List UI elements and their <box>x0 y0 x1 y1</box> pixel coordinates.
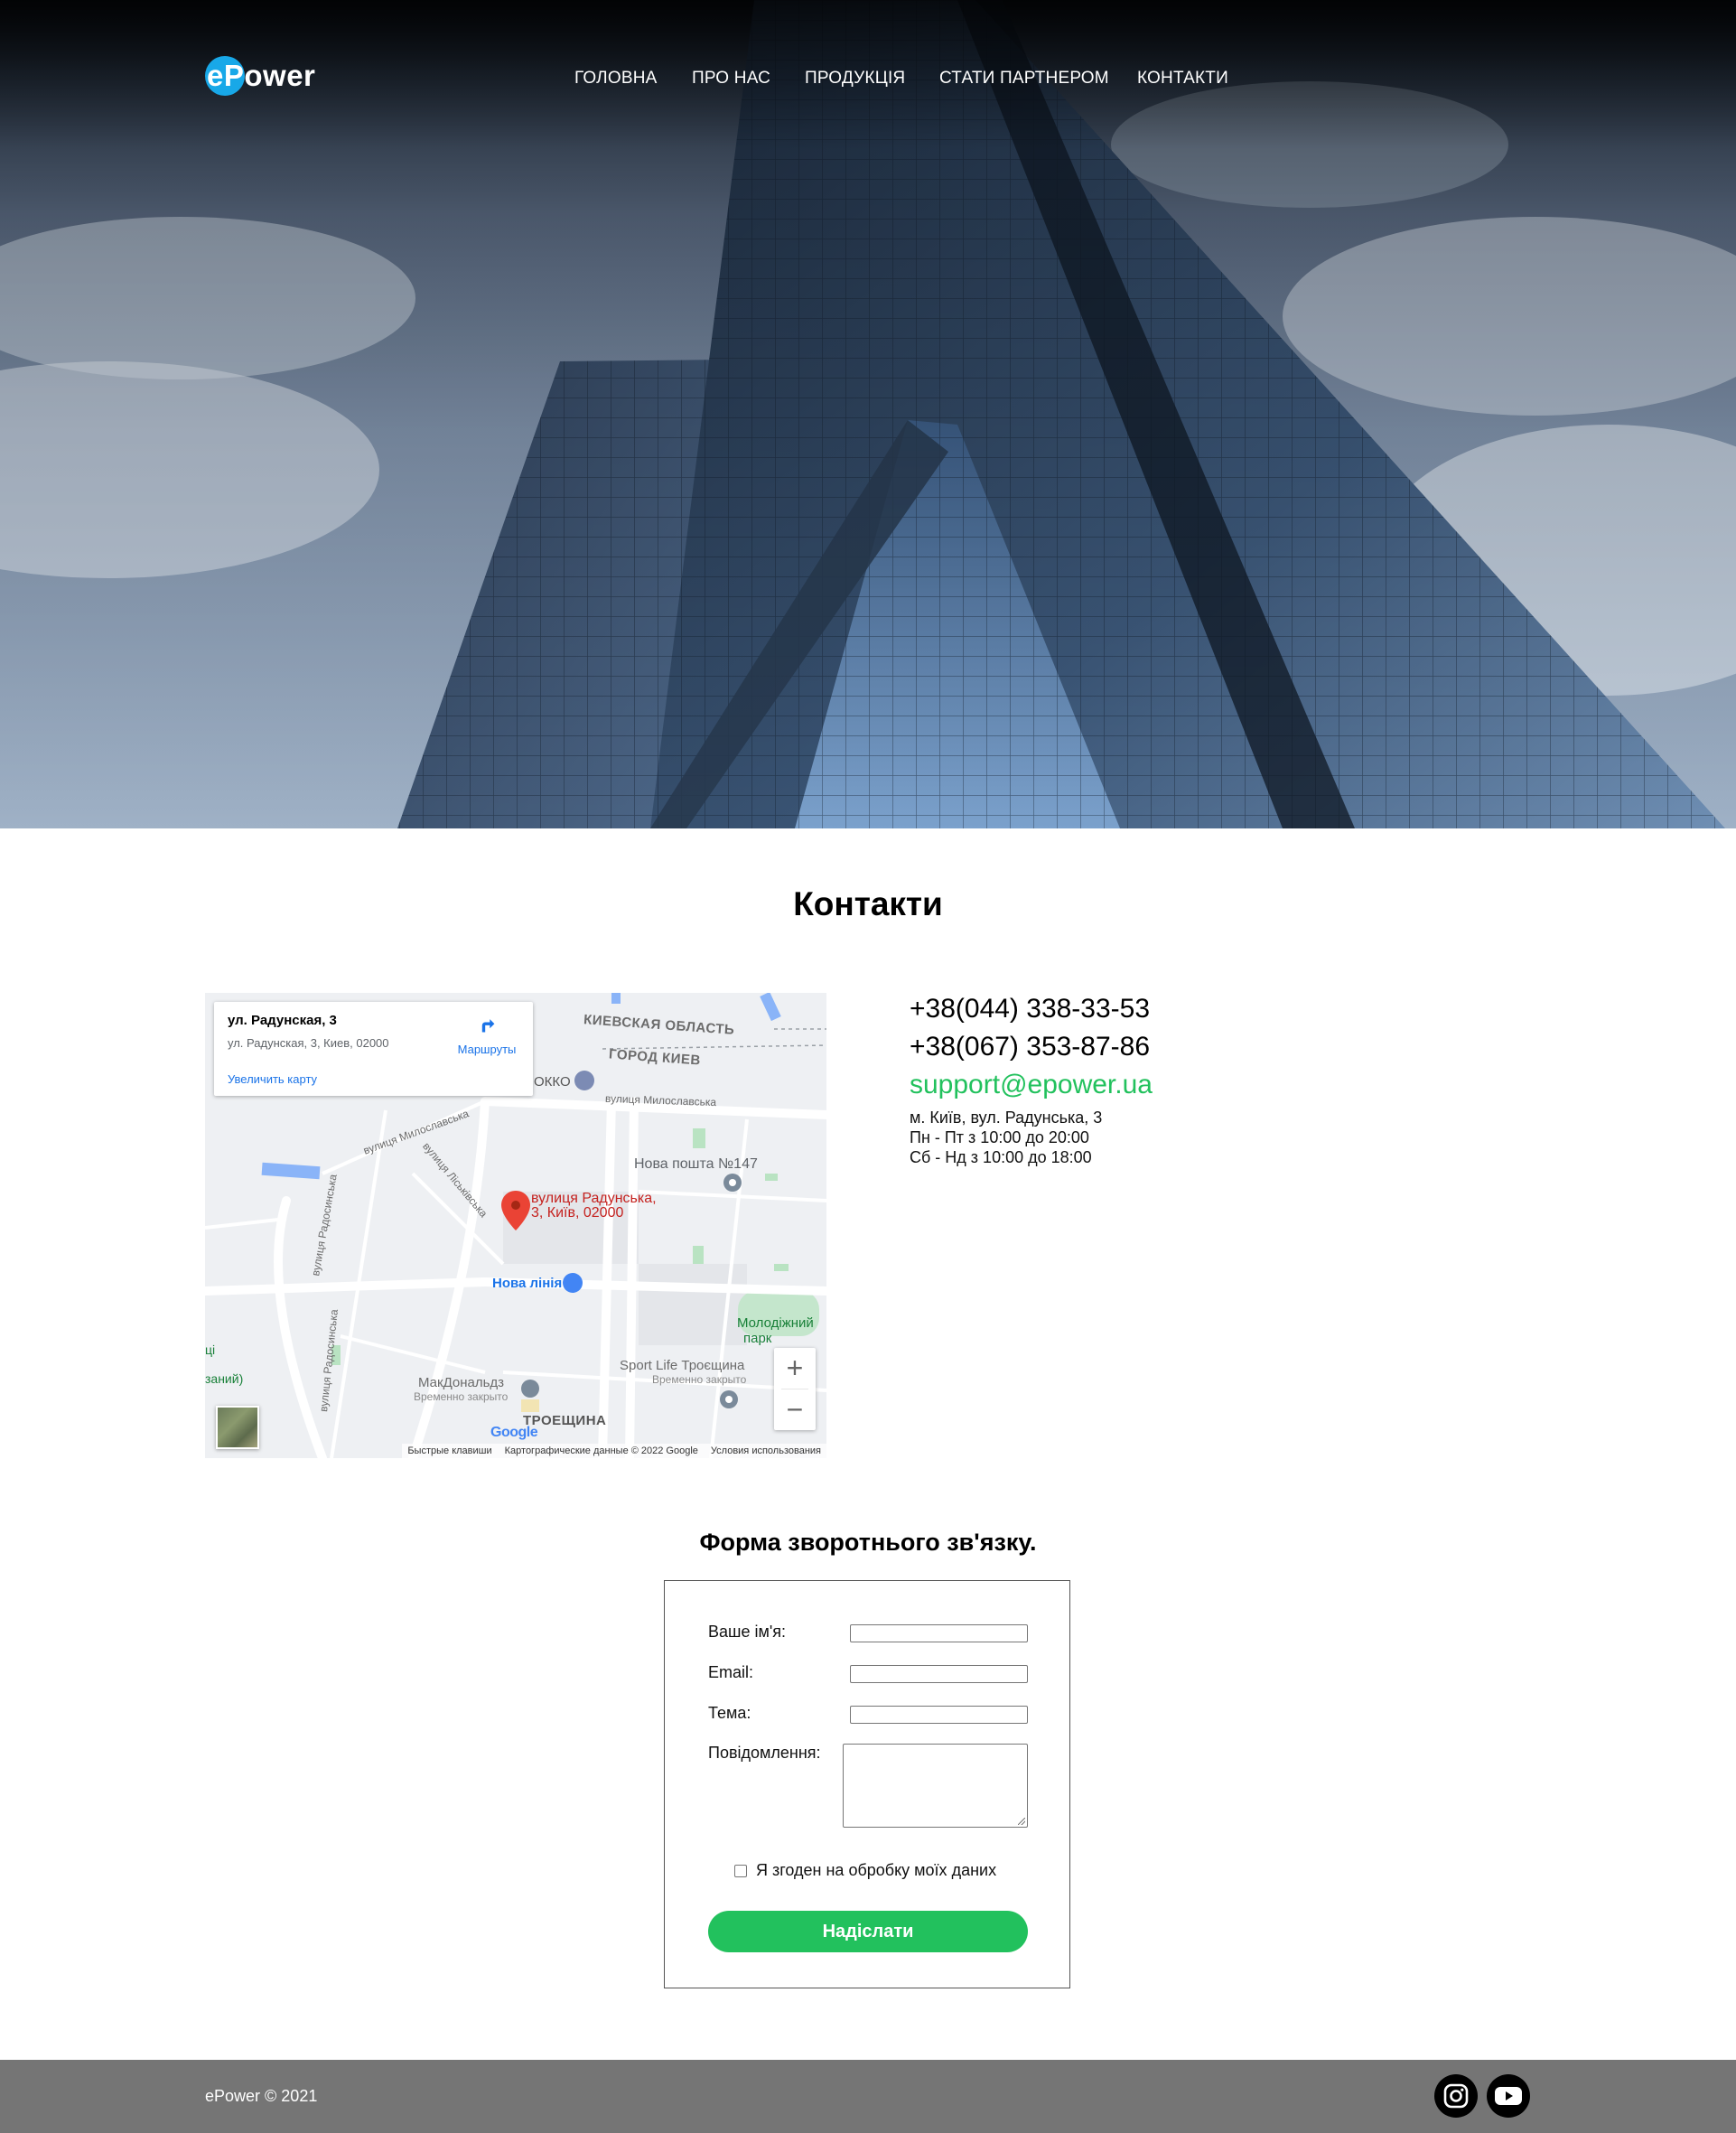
map-label-park-2: парк <box>743 1331 772 1346</box>
address: м. Київ, вул. Радунська, 3 <box>910 1109 1103 1127</box>
submit-button[interactable]: Надіслати <box>708 1911 1028 1952</box>
subject-label: Тема: <box>708 1704 751 1722</box>
zoom-out-button[interactable]: − <box>774 1389 816 1430</box>
map-shortcuts-link[interactable]: Быстрые клавиши <box>407 1445 491 1456</box>
youtube-icon[interactable] <box>1487 2074 1530 2118</box>
satellite-toggle[interactable] <box>216 1406 259 1449</box>
directions-icon <box>481 1019 495 1033</box>
name-label: Ваше ім'я: <box>708 1623 787 1641</box>
map-zoom-control: + − <box>774 1348 816 1430</box>
map-label-nova-poshta: Нова пошта №147 <box>634 1156 758 1172</box>
hours-weekend: Сб - Нд з 10:00 до 18:00 <box>910 1148 1092 1166</box>
map-attribution: Быстрые клавиши Картографические данные … <box>402 1444 826 1458</box>
map-enlarge-link[interactable]: Увеличить карту <box>228 1072 317 1086</box>
map-label-park-1: Молодіжний <box>737 1315 814 1331</box>
map-label-okko: ОККО <box>534 1074 571 1090</box>
email-link[interactable]: support@epower.ua <box>910 1066 1153 1104</box>
consent-row: Я згоден на обробку моїх даних <box>734 1861 996 1880</box>
instagram-icon[interactable] <box>1434 2074 1478 2118</box>
main-nav: ГОЛОВНА ПРО НАС ПРОДУКЦІЯ СТАТИ ПАРТНЕРО… <box>0 65 1736 92</box>
nav-link-products[interactable]: ПРОДУКЦІЯ <box>805 65 905 92</box>
map-place-address: ул. Радунская, 3, Киев, 02000 <box>228 1036 389 1050</box>
email-label: Email: <box>708 1663 754 1681</box>
hours-weekdays: Пн - Пт з 10:00 до 20:00 <box>910 1128 1089 1146</box>
message-label: Повідомлення: <box>708 1744 821 1762</box>
map-label-mcd-status: Временно закрыто <box>414 1390 509 1403</box>
contact-info: +38(044) 338-33-53 +38(067) 353-87-86 su… <box>910 990 1153 1167</box>
subject-input[interactable] <box>850 1706 1028 1724</box>
email-input[interactable] <box>850 1665 1028 1683</box>
nav-link-partner[interactable]: СТАТИ ПАРТНЕРОМ <box>939 65 1109 92</box>
footer: ePower © 2021 <box>0 2060 1736 2133</box>
phone-1[interactable]: +38(044) 338-33-53 <box>910 990 1153 1028</box>
footer-copyright: ePower © 2021 <box>205 2087 318 2105</box>
hero-banner: ePower ГОЛОВНА ПРО НАС ПРОДУКЦІЯ СТАТИ П… <box>0 0 1736 828</box>
message-textarea[interactable] <box>843 1744 1028 1828</box>
phone-2[interactable]: +38(067) 353-87-86 <box>910 1028 1153 1066</box>
consent-label[interactable]: Я згоден на обробку моїх даних <box>756 1861 996 1880</box>
map-label-mcd: МакДональдз <box>418 1375 505 1390</box>
map-label-edge-2: заний) <box>205 1371 244 1386</box>
google-logo: Google <box>490 1425 538 1440</box>
map-label-sport-life: Sport Life Троєщина <box>620 1358 745 1373</box>
map-label-nova-liniya: Нова лінія <box>492 1276 563 1291</box>
nav-link-about[interactable]: ПРО НАС <box>692 65 770 92</box>
page-title: Контакти <box>793 885 943 922</box>
hero-skyscraper-image <box>0 0 1736 828</box>
zoom-in-button[interactable]: + <box>774 1348 816 1389</box>
feedback-form: Ваше ім'я: Email: Тема: Повідомлення: Я … <box>664 1580 1070 1988</box>
map-label-sport-life-status: Временно закрыто <box>652 1373 747 1386</box>
map-directions-button[interactable]: Маршруты <box>451 1015 523 1056</box>
name-input[interactable] <box>850 1624 1028 1642</box>
consent-checkbox[interactable] <box>734 1864 747 1877</box>
nav-link-contacts[interactable]: КОНТАКТИ <box>1137 65 1228 92</box>
form-title: Форма зворотнього зв'язку. <box>699 1529 1037 1556</box>
map-terms-link[interactable]: Условия использования <box>711 1445 821 1456</box>
map-label-marker-2: 3, Київ, 02000 <box>531 1205 624 1221</box>
map-data-credit: Картографические данные © 2022 Google <box>504 1445 698 1456</box>
map-place-title: ул. Радунская, 3 <box>228 1013 337 1028</box>
map-label-marker-1: вулиця Радунська, <box>531 1191 657 1206</box>
google-map[interactable]: КИЕВСКАЯ ОБЛАСТЬ ГОРОД КИЕВ ОККО Нова по… <box>205 993 826 1458</box>
map-place-card: ул. Радунская, 3 ул. Радунская, 3, Киев,… <box>214 1002 533 1096</box>
map-directions-label: Маршруты <box>457 1043 517 1056</box>
map-label-edge-1: ці <box>205 1342 216 1357</box>
nav-link-home[interactable]: ГОЛОВНА <box>574 65 658 92</box>
